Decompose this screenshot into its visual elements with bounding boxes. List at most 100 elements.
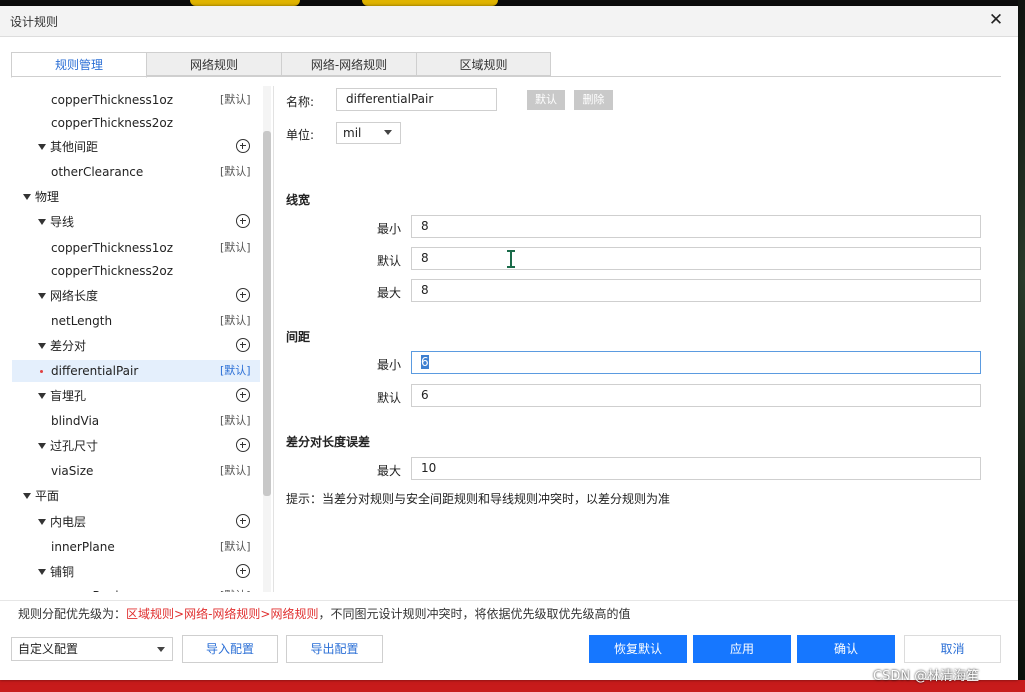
linewidth-default-field[interactable]: 8 — [411, 247, 981, 270]
footer-divider — [0, 600, 1018, 601]
spacing-min-label: 最小 — [377, 358, 402, 372]
tree-category-label: 平面 — [35, 489, 60, 503]
selected-text: 6 — [421, 355, 429, 369]
tree-group[interactable]: 过孔尺寸 — [12, 435, 260, 457]
close-icon[interactable]: ✕ — [986, 10, 1006, 30]
rule-tree: copperThickness1oz [默认] copperThickness2o… — [12, 86, 272, 592]
set-default-button[interactable]: 默认 — [527, 90, 565, 110]
length-tolerance-max-field[interactable]: 10 — [411, 457, 981, 480]
tab-divider — [11, 76, 1001, 77]
add-icon[interactable] — [236, 388, 250, 402]
tree-item[interactable]: copperThickness2oz — [12, 112, 260, 134]
add-icon[interactable] — [236, 514, 250, 528]
caret-down-icon[interactable] — [38, 343, 46, 349]
scrollbar-thumb[interactable] — [263, 131, 271, 496]
tree-item-label: netLength — [51, 314, 113, 328]
config-select-value: 自定义配置 — [18, 642, 79, 656]
title-bar: 设计规则 ✕ — [0, 6, 1018, 37]
add-icon[interactable] — [236, 438, 250, 452]
caret-down-icon[interactable] — [38, 144, 46, 150]
spacing-min-field[interactable]: 6 — [411, 351, 981, 374]
default-tag: [默认] — [220, 540, 251, 553]
config-select[interactable]: 自定义配置 — [11, 637, 173, 661]
tree-group-label: 铺铜 — [50, 565, 75, 579]
tree-category[interactable]: 平面 — [12, 485, 260, 507]
linewidth-min-field[interactable]: 8 — [411, 215, 981, 238]
caret-down-icon[interactable] — [38, 569, 46, 575]
tab-region-rules[interactable]: 区域规则 — [416, 52, 551, 76]
default-tag: [默认] — [220, 165, 251, 178]
caret-down-icon[interactable] — [38, 219, 46, 225]
unit-select[interactable]: mil — [336, 122, 401, 144]
linewidth-title: 线宽 — [286, 193, 311, 207]
delete-button[interactable]: 删除 — [574, 90, 613, 110]
background-right — [1018, 0, 1025, 692]
tree-group-label: 网络长度 — [50, 289, 99, 303]
tree-category-label: 物理 — [35, 190, 60, 204]
tree-item-label: differentialPair — [51, 364, 139, 378]
tree-item[interactable]: viaSize [默认] — [12, 460, 260, 482]
caret-down-icon[interactable] — [38, 443, 46, 449]
caret-down-icon[interactable] — [23, 493, 31, 499]
default-tag: [默认] — [220, 93, 251, 106]
tree-item-label: copperThickness1oz — [51, 241, 174, 255]
tree-group-label: 盲埋孔 — [50, 389, 87, 403]
export-config-button[interactable]: 导出配置 — [286, 635, 383, 663]
cancel-button[interactable]: 取消 — [904, 635, 1001, 663]
spacing-title: 间距 — [286, 330, 311, 344]
priority-suffix: ，不同图元设计规则冲突时，将依据优先级取优先级高的值 — [318, 607, 631, 621]
text-cursor-icon — [507, 250, 515, 268]
caret-down-icon[interactable] — [23, 194, 31, 200]
caret-down-icon[interactable] — [38, 393, 46, 399]
tree-item-selected[interactable]: differentialPair [默认] — [12, 360, 260, 382]
tree-group[interactable]: 差分对 — [12, 335, 260, 357]
apply-button[interactable]: 应用 — [693, 635, 791, 663]
add-icon[interactable] — [236, 139, 250, 153]
hint-text: 提示：当差分对规则与安全间距规则和导线规则冲突时，以差分规则为准 — [286, 492, 671, 506]
linewidth-min-label: 最小 — [377, 222, 402, 236]
spacing-default-field[interactable]: 6 — [411, 384, 981, 407]
tree-item-label: viaSize — [51, 464, 94, 478]
tree-item[interactable]: copperThickness1oz [默认] — [12, 237, 260, 259]
add-icon[interactable] — [236, 288, 250, 302]
tree-item-label: copperThickness2oz — [51, 116, 174, 130]
chevron-down-icon — [157, 647, 165, 652]
add-icon[interactable] — [236, 214, 250, 228]
length-tolerance-max-label: 最大 — [377, 464, 402, 478]
tab-net-rules[interactable]: 网络规则 — [146, 52, 282, 76]
tree-item[interactable]: copperRegion [默认] — [12, 585, 260, 592]
linewidth-max-field[interactable]: 8 — [411, 279, 981, 302]
tab-net-to-net-rules[interactable]: 网络-网络规则 — [281, 52, 417, 76]
tree-item[interactable]: copperThickness1oz [默认] — [12, 89, 260, 111]
tree-group[interactable]: 网络长度 — [12, 285, 260, 307]
tree-item[interactable]: copperThickness2oz — [12, 260, 260, 282]
restore-default-button[interactable]: 恢复默认 — [589, 635, 687, 663]
default-tag: [默认] — [220, 314, 251, 327]
tab-rule-management[interactable]: 规则管理 — [11, 52, 147, 78]
import-config-button[interactable]: 导入配置 — [182, 635, 278, 663]
tree-group[interactable]: 铺铜 — [12, 561, 260, 583]
tree-group-label: 差分对 — [50, 339, 87, 353]
tree-scrollbar[interactable] — [263, 86, 271, 592]
tree-group[interactable]: 盲埋孔 — [12, 385, 260, 407]
tree-item-label: otherClearance — [51, 165, 144, 179]
tree-group[interactable]: 导线 — [12, 211, 260, 233]
default-tag: [默认] — [220, 241, 251, 254]
confirm-button[interactable]: 确认 — [797, 635, 895, 663]
add-icon[interactable] — [236, 338, 250, 352]
tree-item[interactable]: netLength [默认] — [12, 310, 260, 332]
tree-item[interactable]: blindVia [默认] — [12, 410, 260, 432]
unit-value: mil — [343, 126, 362, 140]
dialog-title: 设计规则 — [10, 15, 59, 29]
tree-group[interactable]: 内电层 — [12, 511, 260, 533]
tree-group[interactable]: 其他间距 — [12, 136, 260, 158]
add-icon[interactable] — [236, 564, 250, 578]
spacing-default-label: 默认 — [377, 391, 402, 405]
name-field[interactable]: differentialPair — [336, 88, 497, 111]
tree-category[interactable]: 物理 — [12, 186, 260, 208]
caret-down-icon[interactable] — [38, 519, 46, 525]
tree-item[interactable]: otherClearance [默认] — [12, 161, 260, 183]
linewidth-max-label: 最大 — [377, 286, 402, 300]
tree-item[interactable]: innerPlane [默认] — [12, 536, 260, 558]
caret-down-icon[interactable] — [38, 293, 46, 299]
